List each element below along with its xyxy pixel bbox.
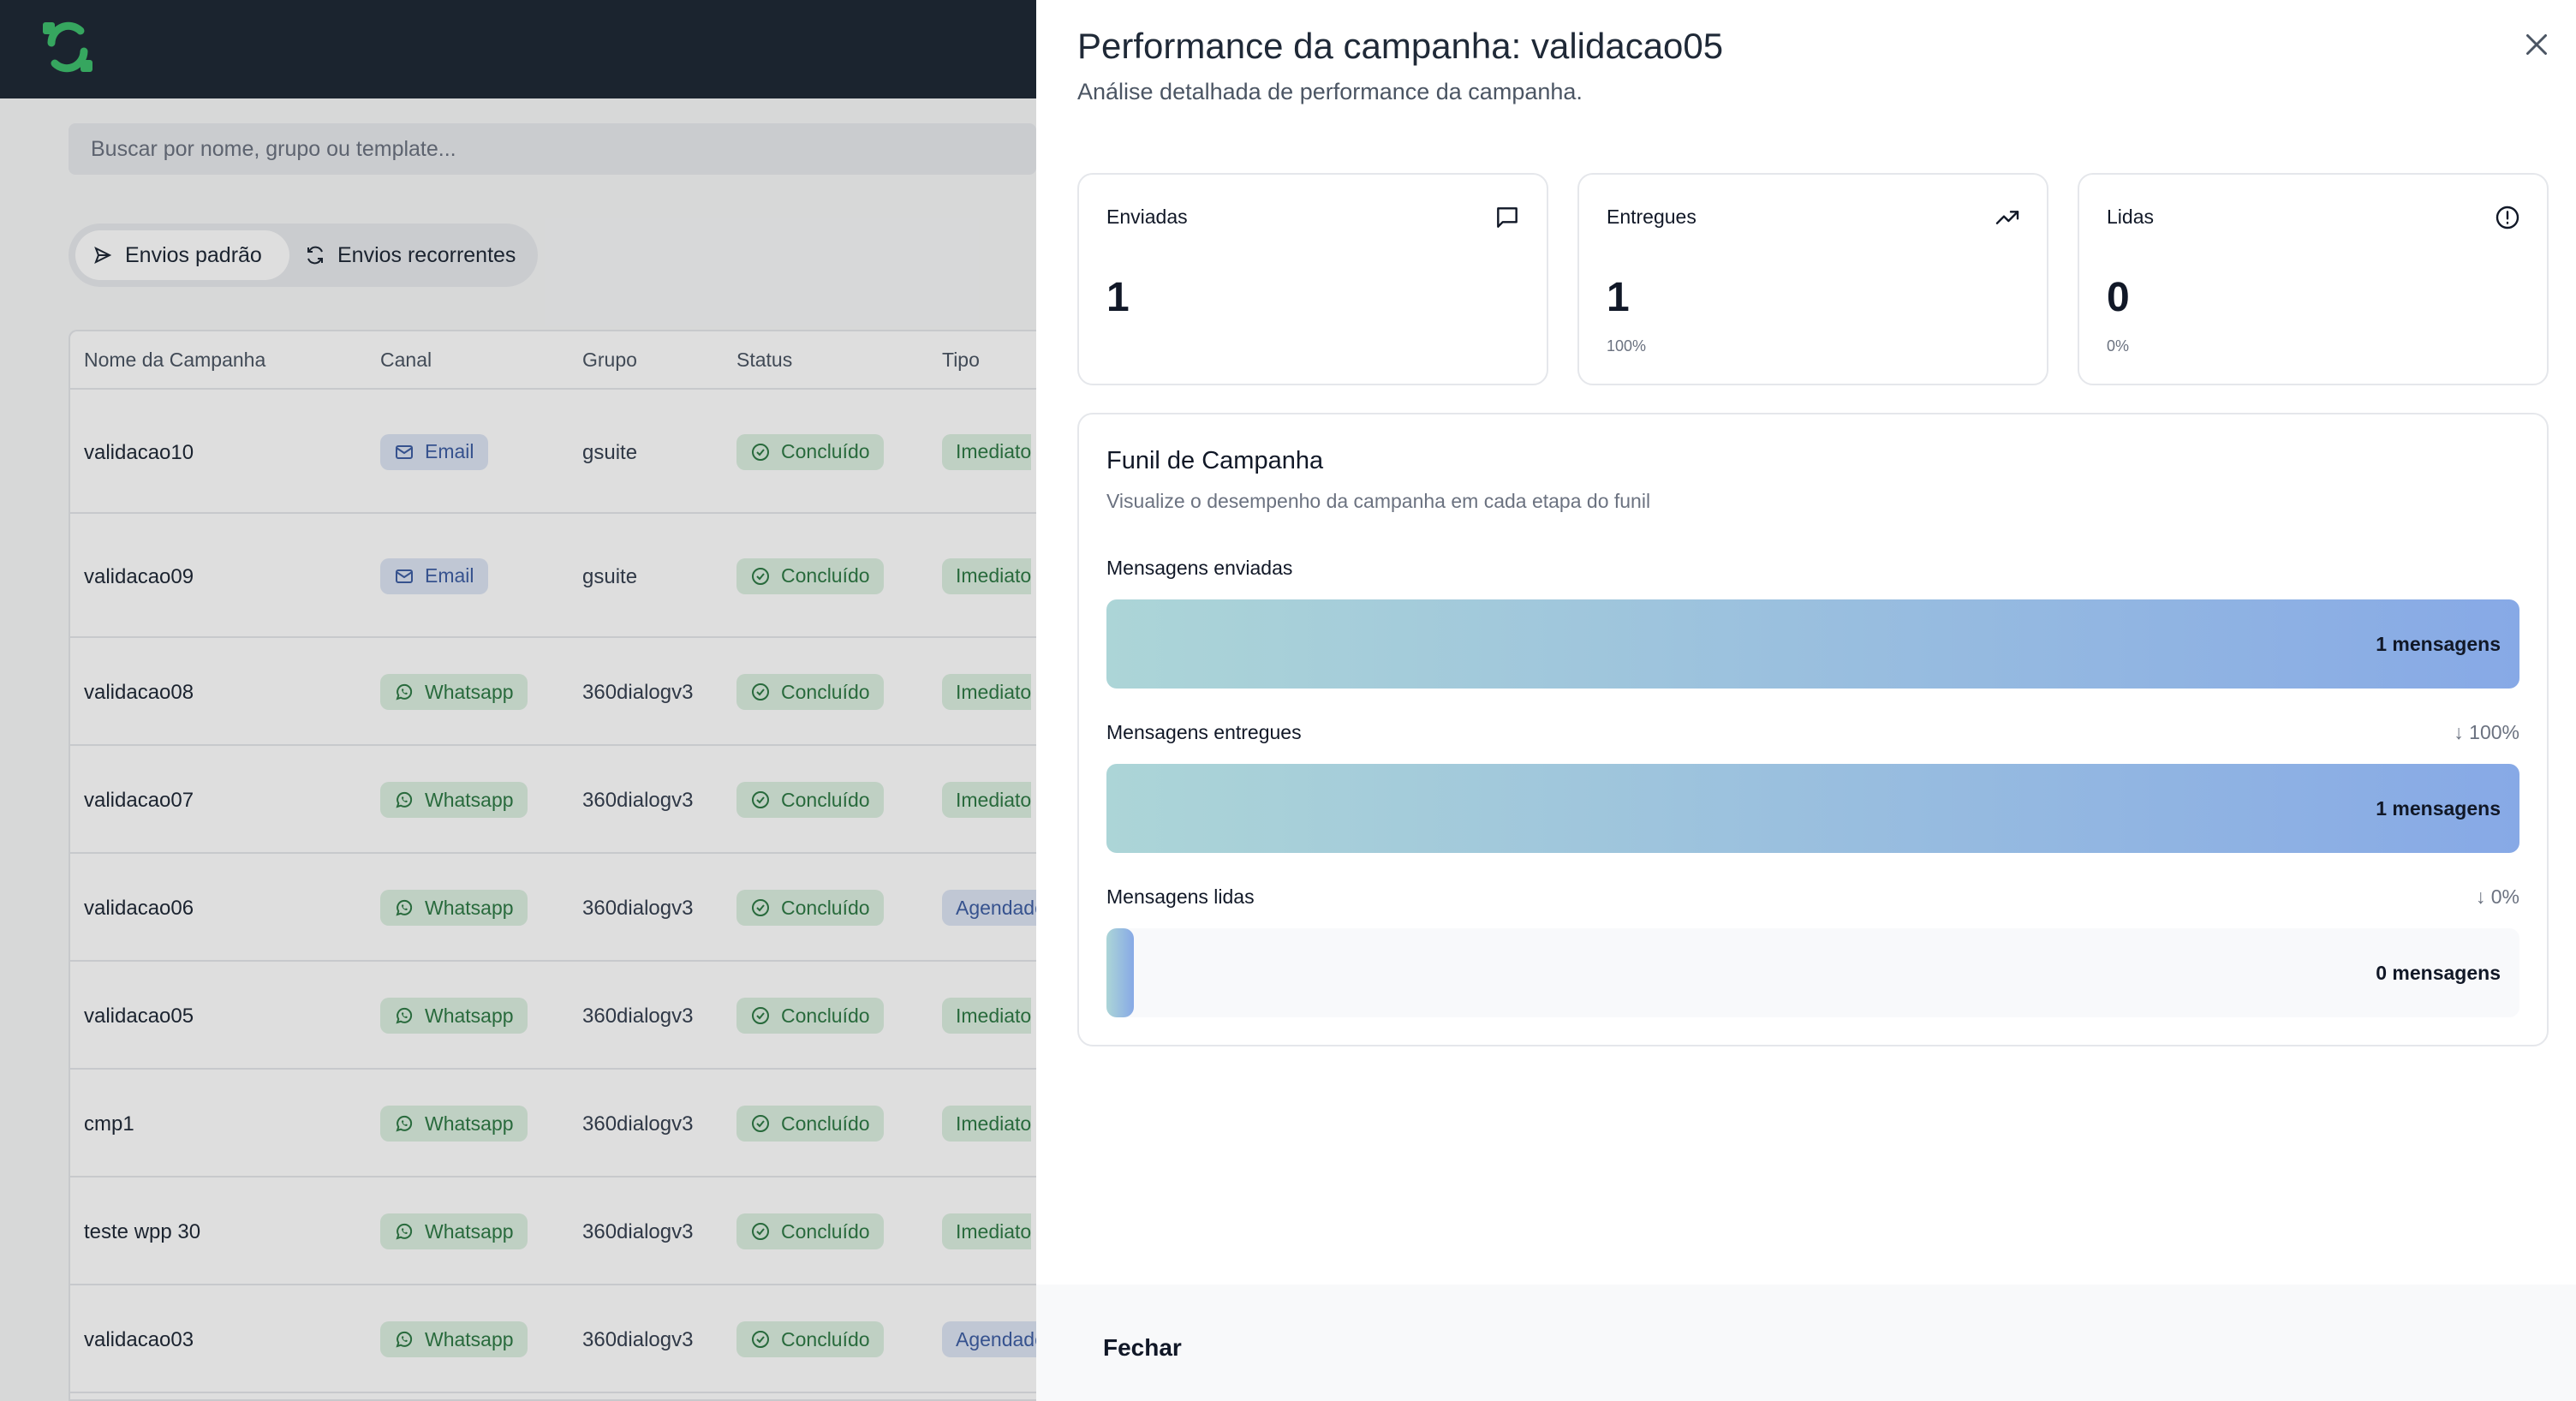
modal-backdrop[interactable] bbox=[0, 0, 1036, 1401]
close-icon bbox=[2526, 34, 2547, 55]
stat-percent: 0% bbox=[2107, 337, 2130, 355]
stat-label: Lidas bbox=[2107, 206, 2154, 228]
fechar-button[interactable]: Fechar bbox=[1103, 1334, 1182, 1362]
funnel-stage-count: 1 mensagens bbox=[2376, 797, 2501, 820]
stat-card-enviadas: Enviadas 1 bbox=[1077, 173, 1548, 385]
funnel-bar-fill bbox=[1106, 599, 2519, 689]
funnel-bar-track: 0 mensagens bbox=[1106, 928, 2519, 1017]
funnel-stage-count: 1 mensagens bbox=[2376, 633, 2501, 655]
panel-footer: Fechar bbox=[1036, 1285, 2576, 1401]
stat-value: 1 bbox=[1607, 275, 1630, 320]
stat-percent: 100% bbox=[1607, 337, 1647, 355]
funnel-stage-delta: ↓ 100% bbox=[2454, 721, 2519, 743]
funnel-bar-fill bbox=[1106, 928, 1134, 1017]
close-button[interactable] bbox=[2513, 21, 2561, 69]
panel-title: Performance da campanha: validacao05 bbox=[1077, 26, 1724, 66]
funnel-title: Funil de Campanha bbox=[1106, 447, 1324, 474]
funnel-stage-count: 0 mensagens bbox=[2376, 962, 2501, 984]
funnel-stage-delta: ↓ 0% bbox=[2475, 885, 2519, 908]
stat-value: 0 bbox=[2107, 275, 2130, 320]
trending-up-icon bbox=[1995, 211, 2019, 224]
stat-value: 1 bbox=[1106, 275, 1130, 320]
funnel-stage-label: Mensagens entregues bbox=[1106, 721, 1302, 743]
funnel-bar-track: 1 mensagens bbox=[1106, 599, 2519, 689]
message-square-icon bbox=[1497, 207, 1518, 228]
funnel-subtitle: Visualize o desempenho da campanha em ca… bbox=[1106, 490, 1651, 512]
funnel-stage-label: Mensagens enviadas bbox=[1106, 557, 1293, 579]
panel-subtitle: Análise detalhada de performance da camp… bbox=[1077, 79, 1583, 104]
stat-card-lidas: Lidas 0 0% bbox=[2078, 173, 2549, 385]
funnel-stage-label: Mensagens lidas bbox=[1106, 885, 1255, 908]
funnel-bar-fill bbox=[1106, 764, 2519, 853]
stat-card-entregues: Entregues 1 100% bbox=[1577, 173, 2048, 385]
stat-label: Entregues bbox=[1607, 206, 1696, 228]
funnel-bar-track: 1 mensagens bbox=[1106, 764, 2519, 853]
stat-label: Enviadas bbox=[1106, 206, 1188, 228]
alert-circle-icon bbox=[2496, 206, 2519, 230]
campaign-funnel-card: Funil de Campanha Visualize o desempenho… bbox=[1077, 413, 2549, 1046]
campaign-performance-panel: Performance da campanha: validacao05 Aná… bbox=[1036, 0, 2576, 1401]
